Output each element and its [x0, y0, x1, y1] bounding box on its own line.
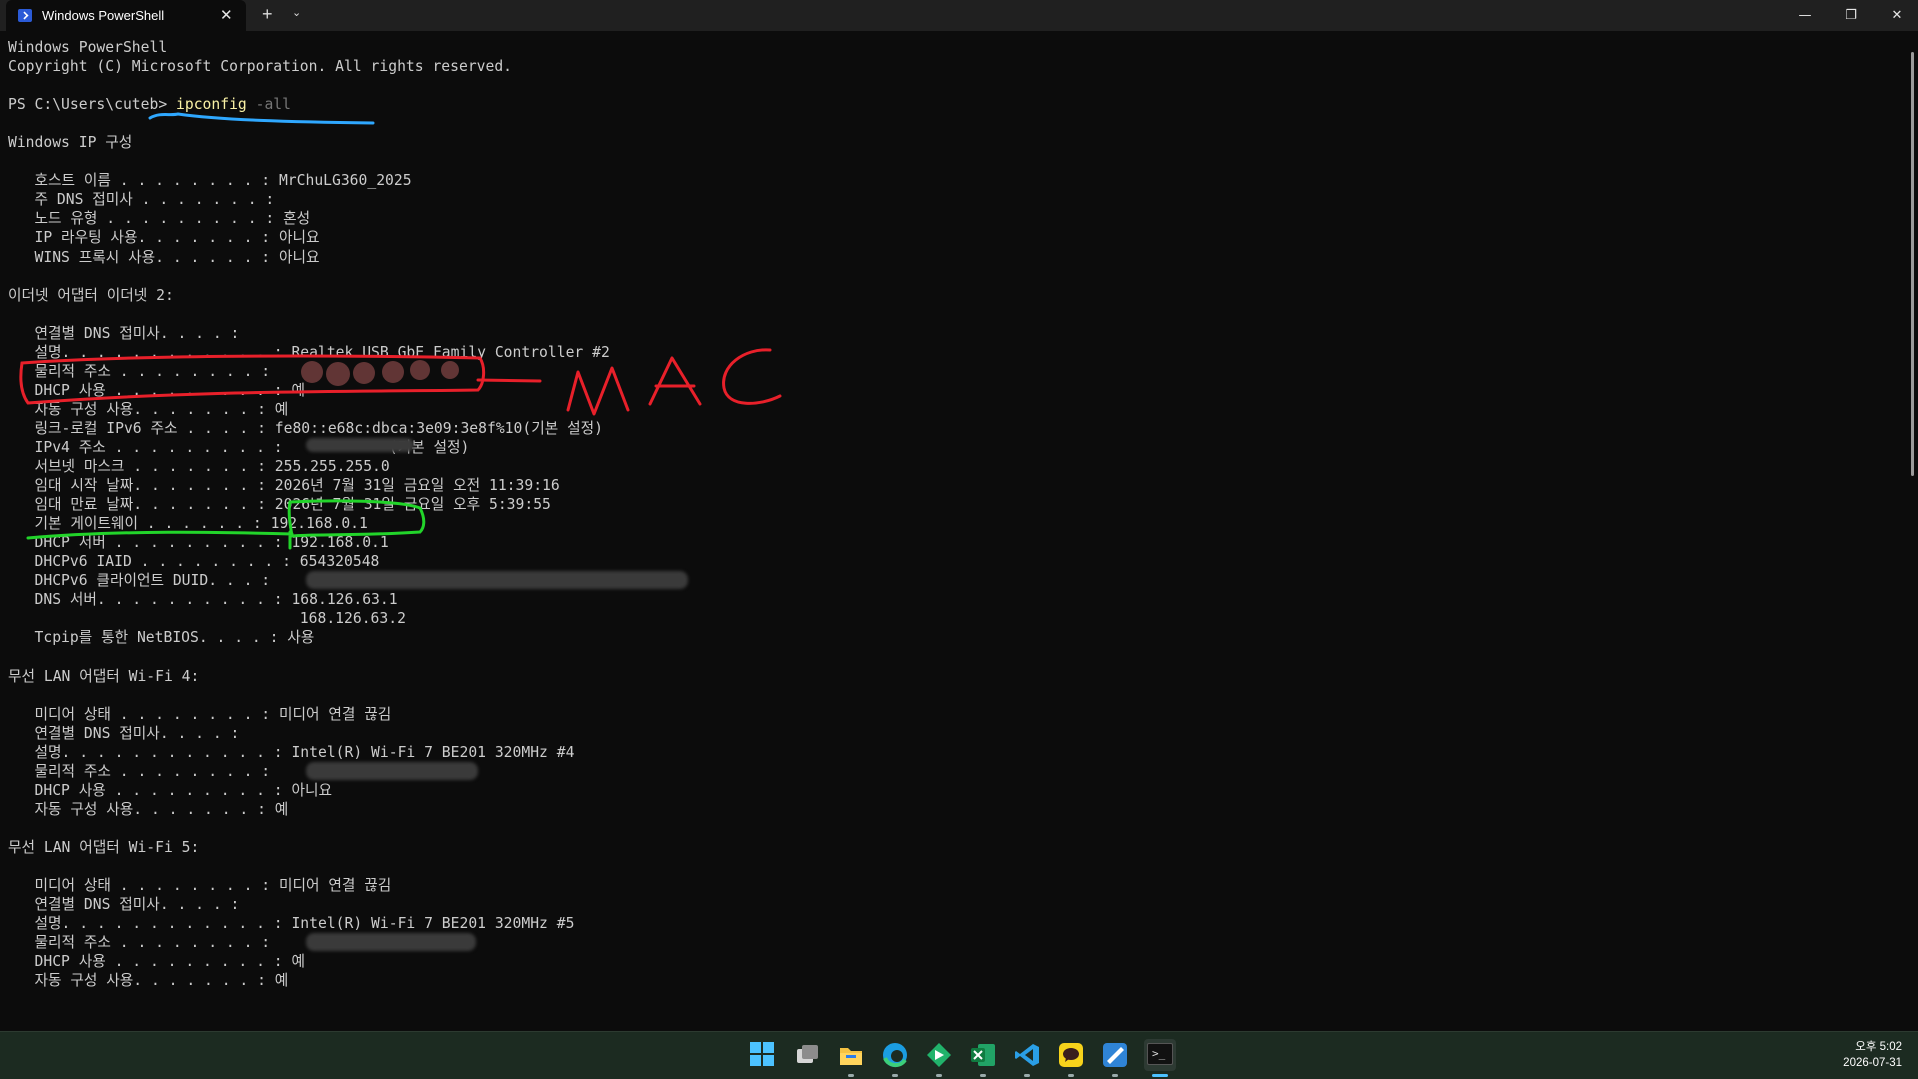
- terminal-line: 설명. . . . . . . . . . . . : Intel(R) Wi-…: [8, 915, 575, 933]
- terminal-line: 연결별 DNS 접미사. . . . :: [8, 324, 240, 342]
- clock-time: 오후 5:02: [1855, 1041, 1902, 1053]
- terminal-line: 노드 유형 . . . . . . . . . : 혼성: [8, 210, 311, 228]
- terminal-line: 연결별 DNS 접미사. . . . :: [8, 724, 240, 742]
- terminal-output[interactable]: Windows PowerShell Copyright (C) Microsof…: [8, 38, 1898, 1028]
- terminal-line: 이더넷 어댑터 이더넷 2:: [8, 286, 174, 304]
- green-app-running-indicator: [936, 1074, 942, 1077]
- terminal-line: PS C:\Users\cuteb> ipconfig -all: [8, 95, 1898, 114]
- kakaotalk-running-indicator: [1068, 1074, 1074, 1077]
- terminal-line: 자동 구성 사용. . . . . . . : 예: [8, 400, 289, 418]
- clock-date: 2026-07-31: [1843, 1057, 1902, 1069]
- edge-running-indicator: [892, 1074, 898, 1077]
- terminal-line: DHCP 사용 . . . . . . . . . : 예: [8, 953, 305, 971]
- blue-app-icon[interactable]: [1102, 1042, 1128, 1068]
- terminal-line: 링크-로컬 IPv6 주소 . . . . : fe80::e68c:dbca:…: [8, 419, 603, 437]
- terminal-line: 서브넷 마스크 . . . . . . . : 255.255.255.0: [8, 458, 390, 476]
- windows-start-icon[interactable]: [750, 1042, 776, 1068]
- vscode-running-indicator: [1024, 1074, 1030, 1077]
- green-app-icon[interactable]: [926, 1042, 952, 1068]
- vscode-icon[interactable]: [1014, 1042, 1040, 1068]
- terminal-icon[interactable]: >_: [1144, 1039, 1176, 1071]
- terminal-line: 자동 구성 사용. . . . . . . : 예: [8, 800, 289, 818]
- terminal-line: 물리적 주소 . . . . . . . . :: [8, 362, 279, 380]
- terminal-line: Windows PowerShell: [8, 39, 168, 56]
- ipv4-redaction: [306, 438, 414, 452]
- terminal-line: 무선 LAN 어댑터 Wi-Fi 5:: [8, 838, 200, 856]
- terminal-line: DHCP 서버 . . . . . . . . . : 192.168.0.1: [8, 534, 389, 552]
- terminal-line: Copyright (C) Microsoft Corporation. All…: [8, 58, 513, 76]
- tab-dropdown-icon[interactable]: ⌄: [292, 6, 301, 19]
- terminal-line: 미디어 상태 . . . . . . . . : 미디어 연결 끊김: [8, 705, 392, 723]
- terminal-line: Windows IP 구성: [8, 134, 133, 152]
- terminal-line: 무선 LAN 어댑터 Wi-Fi 4:: [8, 667, 200, 685]
- terminal-line: IPv4 주소 . . . . . . . . . : (기본 설정): [8, 438, 470, 456]
- kakaotalk-icon[interactable]: [1058, 1042, 1084, 1068]
- blue-app-running-indicator: [1112, 1074, 1118, 1077]
- duid-redaction: [306, 571, 688, 589]
- taskbar: >_: [0, 1031, 1918, 1079]
- terminal-line: 물리적 주소 . . . . . . . . :: [8, 934, 279, 952]
- terminal-line: 주 DNS 접미사 . . . . . . . :: [8, 191, 275, 209]
- excel-running-indicator: [980, 1074, 986, 1077]
- terminal-line: Tcpip를 통한 NetBIOS. . . . : 사용: [8, 629, 315, 647]
- terminal-line: DHCPv6 IAID . . . . . . . . : 654320548: [8, 553, 380, 571]
- terminal-line: WINS 프록시 사용. . . . . . : 아니요: [8, 248, 320, 266]
- terminal-line: 기본 게이트웨이 . . . . . . : 192.168.0.1: [8, 515, 368, 533]
- terminal-line: DHCP 사용 . . . . . . . . . : 아니요: [8, 781, 332, 799]
- file-explorer-icon[interactable]: [838, 1042, 864, 1068]
- system-clock[interactable]: 오후 5:02 2026-07-31: [1843, 1039, 1902, 1071]
- tab-title: Windows PowerShell: [42, 8, 165, 23]
- terminal-line: DNS 서버. . . . . . . . . . : 168.126.63.1: [8, 591, 398, 609]
- explorer-running-indicator: [848, 1074, 854, 1077]
- tab-windows-powershell[interactable]: Windows PowerShell ✕: [6, 0, 246, 31]
- terminal-line: IP 라우팅 사용. . . . . . . : 아니요: [8, 229, 320, 247]
- terminal-line: 미디어 상태 . . . . . . . . : 미디어 연결 끊김: [8, 877, 392, 895]
- powershell-icon: [18, 9, 32, 22]
- wifi4-mac-redaction: [306, 762, 478, 780]
- prompt: PS C:\Users\cuteb>: [8, 96, 177, 114]
- tab-close-icon[interactable]: ✕: [220, 6, 233, 24]
- terminal-line: DHCP 사용 . . . . . . . . . : 예: [8, 381, 305, 399]
- terminal-line: 설명. . . . . . . . . . . . : Realtek USB …: [8, 343, 610, 361]
- scrollbar[interactable]: [1911, 52, 1914, 476]
- task-view-icon[interactable]: [794, 1042, 820, 1068]
- terminal-active-indicator: [1152, 1074, 1168, 1077]
- wifi5-mac-redaction: [306, 933, 476, 951]
- close-button[interactable]: ✕: [1874, 0, 1918, 31]
- title-bar: Windows PowerShell ✕ + ⌄ — ❐ ✕: [0, 0, 1918, 31]
- new-tab-button[interactable]: +: [262, 4, 273, 25]
- terminal-line: 자동 구성 사용. . . . . . . : 예: [8, 972, 289, 990]
- maximize-button[interactable]: ❐: [1828, 0, 1874, 31]
- edge-icon[interactable]: [882, 1042, 908, 1068]
- terminal-line: 호스트 이름 . . . . . . . . : MrChuLG360_2025: [8, 172, 412, 190]
- terminal-line: 물리적 주소 . . . . . . . . :: [8, 762, 279, 780]
- minimize-button[interactable]: —: [1782, 0, 1828, 31]
- terminal-line: 임대 만료 날짜. . . . . . . : 2026년 7월 31일 금요일…: [8, 496, 551, 514]
- command-argument: -all: [246, 96, 291, 114]
- terminal-line: DHCPv6 클라이언트 DUID. . . :: [8, 572, 279, 590]
- excel-icon[interactable]: [970, 1042, 996, 1068]
- command: ipconfig: [176, 96, 247, 114]
- terminal-line: 임대 시작 날짜. . . . . . . : 2026년 7월 31일 금요일…: [8, 477, 560, 495]
- terminal-line: 설명. . . . . . . . . . . . : Intel(R) Wi-…: [8, 743, 575, 761]
- terminal-line: 연결별 DNS 접미사. . . . :: [8, 896, 240, 914]
- terminal-line: 168.126.63.2: [8, 610, 406, 628]
